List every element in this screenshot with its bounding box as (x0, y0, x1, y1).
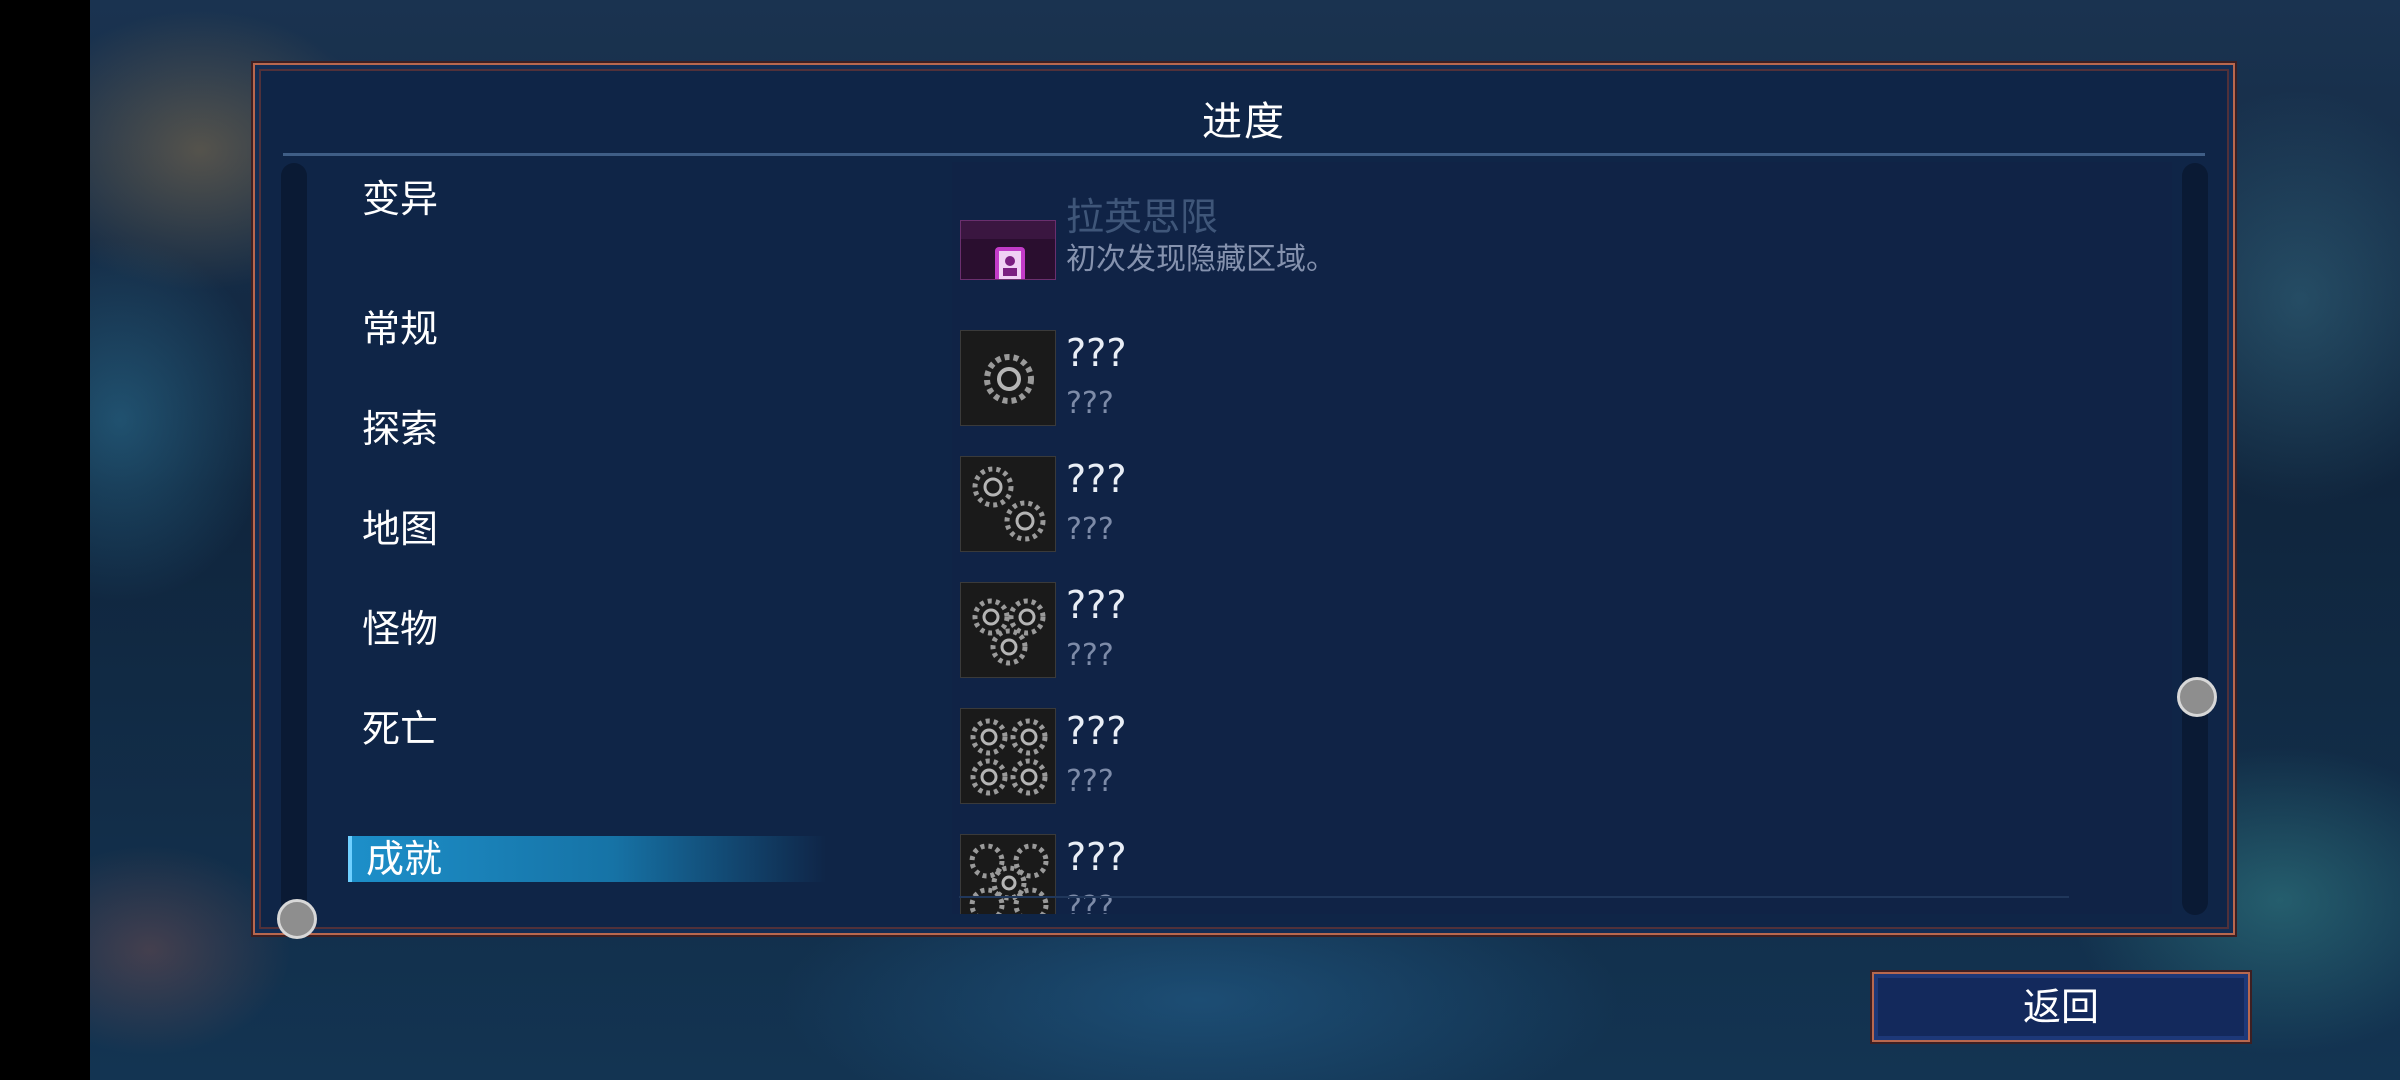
achievement-scroll-knob[interactable] (2177, 677, 2217, 717)
category-item-general[interactable]: 常规 (348, 306, 822, 352)
category-item-exploration[interactable]: 探索 (348, 406, 822, 452)
achievement-desc: ??? (1066, 638, 1114, 673)
back-button[interactable]: 返回 (1872, 972, 2250, 1042)
achievement-title: ??? (1066, 835, 1127, 879)
achievement-row[interactable]: ??? ??? (960, 834, 2060, 914)
gear-4-icon (960, 708, 1056, 804)
achievement-row[interactable]: ??? ??? (960, 456, 2060, 556)
category-item-achievements[interactable]: 成就 (348, 836, 826, 882)
achievement-title: ??? (1066, 457, 1127, 501)
list-divider (959, 896, 2069, 898)
category-item-mutation[interactable]: 变异 (348, 176, 822, 222)
category-item-map[interactable]: 地图 (348, 506, 822, 552)
category-item-monsters[interactable]: 怪物 (348, 606, 822, 652)
achievement-title: ??? (1066, 331, 1127, 375)
progress-panel: 进度 变异 常规 探索 地图 怪物 死亡 成就 拉英思限 初次发现隐藏区域。 ?… (253, 63, 2235, 939)
achievement-row[interactable]: 拉英思限 初次发现隐藏区域。 (960, 195, 2060, 330)
category-scroll-knob[interactable] (277, 899, 317, 939)
achievement-row[interactable]: ??? ??? (960, 582, 2060, 682)
screen-edge-bar (0, 0, 90, 1080)
achievement-desc: ??? (1066, 512, 1114, 547)
achievement-row[interactable]: ??? ??? (960, 330, 2060, 430)
gear-1-icon (960, 330, 1056, 426)
achievement-scrollbar[interactable] (2182, 163, 2208, 915)
gear-5-icon (960, 834, 1056, 914)
gear-2-icon (960, 456, 1056, 552)
category-item-deaths[interactable]: 死亡 (348, 706, 822, 752)
achievement-desc: ??? (1066, 890, 1114, 914)
portrait-icon (960, 220, 1056, 280)
achievement-desc: 初次发现隐藏区域。 (1066, 242, 1336, 277)
achievement-list: 拉英思限 初次发现隐藏区域。 ??? ??? ??? ??? ??? ??? ?… (952, 162, 2172, 914)
title-divider (283, 153, 2205, 156)
achievement-desc: ??? (1066, 764, 1114, 799)
panel-title: 进度 (1202, 99, 1286, 145)
gear-3-icon (960, 582, 1056, 678)
category-scrollbar[interactable] (281, 163, 307, 915)
achievement-title: ??? (1066, 709, 1127, 753)
achievement-row[interactable]: ??? ??? (960, 708, 2060, 808)
achievement-desc: ??? (1066, 386, 1114, 421)
achievement-title: ??? (1066, 583, 1127, 627)
achievement-title: 拉英思限 (1066, 195, 1219, 239)
